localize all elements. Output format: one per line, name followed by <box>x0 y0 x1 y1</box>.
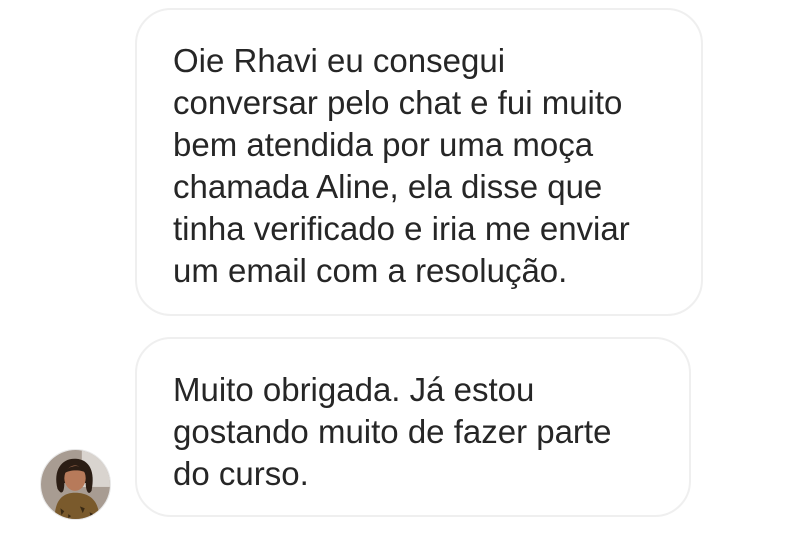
message-bubble[interactable]: Muito obrigada. Já estou gostando muito … <box>135 337 691 517</box>
sender-avatar[interactable] <box>40 449 111 520</box>
user-avatar-icon <box>41 450 110 519</box>
message-bubble[interactable]: Oie Rhavi eu consegui conversar pelo cha… <box>135 8 703 316</box>
message-thread: Oie Rhavi eu consegui conversar pelo cha… <box>0 0 800 546</box>
